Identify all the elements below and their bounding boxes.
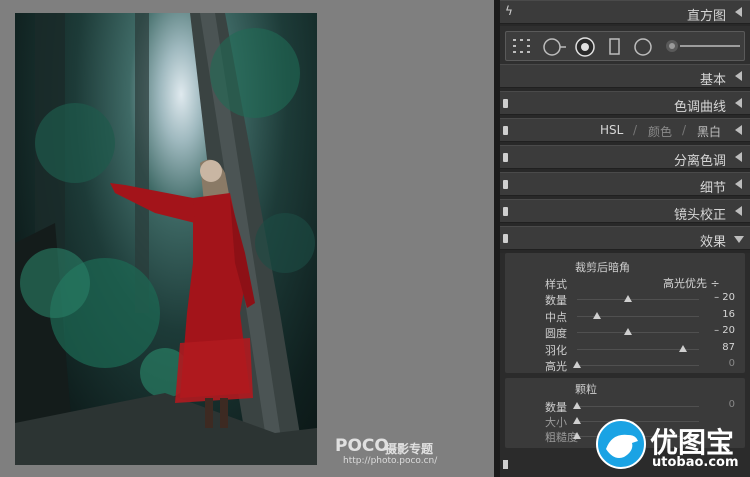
utobao-logo: 优图宝 utobao.com bbox=[596, 419, 750, 477]
slider-row[interactable]: 中点 16 bbox=[505, 308, 745, 324]
collapse-arrow-icon bbox=[735, 152, 742, 162]
panel-switch-icon[interactable] bbox=[503, 207, 508, 216]
photo-image[interactable] bbox=[15, 13, 317, 465]
grid-tool-icon[interactable] bbox=[511, 37, 533, 55]
brush-slider-icon[interactable] bbox=[664, 38, 742, 56]
slider-handle[interactable] bbox=[624, 328, 633, 335]
slider-value[interactable]: 0 bbox=[729, 399, 735, 410]
spot-removal-icon[interactable] bbox=[574, 36, 596, 58]
slider-track[interactable] bbox=[577, 365, 699, 366]
slider-label: 羽化 bbox=[545, 343, 567, 357]
slider-track[interactable] bbox=[577, 299, 699, 300]
slider-handle[interactable] bbox=[573, 361, 581, 368]
basic-panel-header[interactable]: 基本 bbox=[500, 64, 750, 88]
slider-value[interactable]: – 20 bbox=[714, 325, 735, 336]
panel-switch-icon[interactable] bbox=[503, 180, 508, 189]
watermark-brand: POCO bbox=[335, 436, 389, 456]
histogram-header[interactable]: ϟ 直方图 bbox=[500, 0, 750, 24]
collapse-arrow-icon bbox=[735, 179, 742, 189]
detail-label: 细节 bbox=[699, 181, 726, 196]
vignette-style-row[interactable]: 样式 高光优先 ÷ bbox=[505, 275, 745, 291]
vignette-section: 裁剪后暗角 样式 高光优先 ÷ 数量 – 20 中点 16 圆度 – 20 羽化 87 高光 0 bbox=[505, 253, 745, 373]
slider-row[interactable]: 羽化 87 bbox=[505, 341, 745, 357]
expand-arrow-icon bbox=[734, 236, 744, 243]
watermark-subtitle: 摄影专题 bbox=[385, 442, 434, 456]
slider-label: 圆度 bbox=[545, 327, 567, 340]
panel-switch-icon[interactable] bbox=[503, 126, 508, 135]
slider-label: 高光 bbox=[545, 360, 567, 373]
slider-handle[interactable] bbox=[624, 295, 633, 302]
tab-separator: / bbox=[682, 123, 687, 137]
slider-row[interactable]: 高光 0 bbox=[505, 357, 745, 373]
tab-color[interactable]: 颜色 bbox=[648, 123, 672, 140]
tab-hsl[interactable]: HSL bbox=[600, 123, 623, 137]
crop-circle-icon[interactable] bbox=[542, 37, 568, 57]
slider-row[interactable]: 数量 – 20 bbox=[505, 291, 745, 307]
style-label: 样式 bbox=[545, 278, 567, 291]
collapse-arrow-icon bbox=[735, 7, 742, 17]
lightning-icon: ϟ bbox=[505, 4, 513, 18]
slider-track[interactable] bbox=[577, 332, 699, 333]
lens-correction-panel-header[interactable]: 镜头校正 bbox=[500, 199, 750, 223]
histogram-label: 直方图 bbox=[686, 9, 726, 24]
effects-panel-header[interactable]: 效果 bbox=[500, 226, 750, 250]
hsl-panel-header[interactable]: HSL / 颜色 / 黑白 bbox=[500, 118, 750, 142]
vignette-title: 裁剪后暗角 bbox=[575, 261, 630, 274]
slider-handle[interactable] bbox=[679, 344, 688, 352]
collapse-arrow-icon bbox=[735, 98, 742, 108]
tone-curve-panel-header[interactable]: 色调曲线 bbox=[500, 91, 750, 115]
slider-row[interactable]: 圆度 – 20 bbox=[505, 324, 745, 340]
tool-box bbox=[505, 31, 745, 61]
style-dropdown[interactable]: 高光优先 ÷ bbox=[663, 275, 720, 291]
logo-url: utobao.com bbox=[652, 455, 739, 470]
photo-workspace: POCO 摄影专题 http://photo.poco.cn/ bbox=[0, 0, 494, 477]
slider-handle[interactable] bbox=[592, 311, 601, 319]
slider-handle[interactable] bbox=[573, 417, 581, 424]
collapse-arrow-icon bbox=[735, 71, 742, 81]
watermark-url: http://photo.poco.cn/ bbox=[343, 456, 438, 466]
split-toning-panel-header[interactable]: 分离色调 bbox=[500, 145, 750, 169]
slider-row[interactable]: 数量 0 bbox=[505, 398, 745, 414]
basic-label: 基本 bbox=[699, 73, 726, 88]
slider-track[interactable] bbox=[577, 406, 699, 407]
slider-value[interactable]: 16 bbox=[722, 309, 735, 320]
lens-correction-label: 镜头校正 bbox=[673, 208, 726, 223]
collapse-arrow-icon bbox=[735, 206, 742, 216]
panel-switch-icon[interactable] bbox=[503, 234, 508, 243]
slider-value[interactable]: 0 bbox=[729, 358, 735, 369]
red-eye-icon[interactable] bbox=[608, 37, 622, 57]
panel-switch-icon[interactable] bbox=[503, 153, 508, 162]
develop-panel: ϟ 直方图 基本 色调曲线 HSL / 颜色 / 黑白 分离色调 细节 镜头校正… bbox=[500, 0, 750, 477]
radial-filter-icon[interactable] bbox=[632, 36, 654, 58]
tool-strip bbox=[500, 26, 750, 64]
collapse-arrow-icon bbox=[735, 125, 742, 135]
tone-curve-label: 色调曲线 bbox=[673, 100, 726, 115]
tab-bw[interactable]: 黑白 bbox=[697, 123, 721, 140]
detail-panel-header[interactable]: 细节 bbox=[500, 172, 750, 196]
slider-value[interactable]: 87 bbox=[722, 342, 735, 353]
split-toning-label: 分离色调 bbox=[673, 154, 726, 169]
grain-title: 颗粒 bbox=[575, 383, 597, 396]
slider-value[interactable]: – 20 bbox=[714, 292, 735, 303]
panel-switch-icon[interactable] bbox=[503, 460, 508, 469]
slider-label: 数量 bbox=[545, 294, 567, 307]
tab-separator: / bbox=[633, 123, 638, 137]
effects-label: 效果 bbox=[699, 235, 726, 250]
bird-logo-icon bbox=[596, 419, 646, 469]
forest-photo-illustration bbox=[15, 13, 317, 465]
panel-switch-icon[interactable] bbox=[503, 99, 508, 108]
slider-handle[interactable] bbox=[573, 402, 581, 409]
slider-label: 中点 bbox=[545, 310, 567, 324]
slider-handle[interactable] bbox=[573, 432, 581, 439]
